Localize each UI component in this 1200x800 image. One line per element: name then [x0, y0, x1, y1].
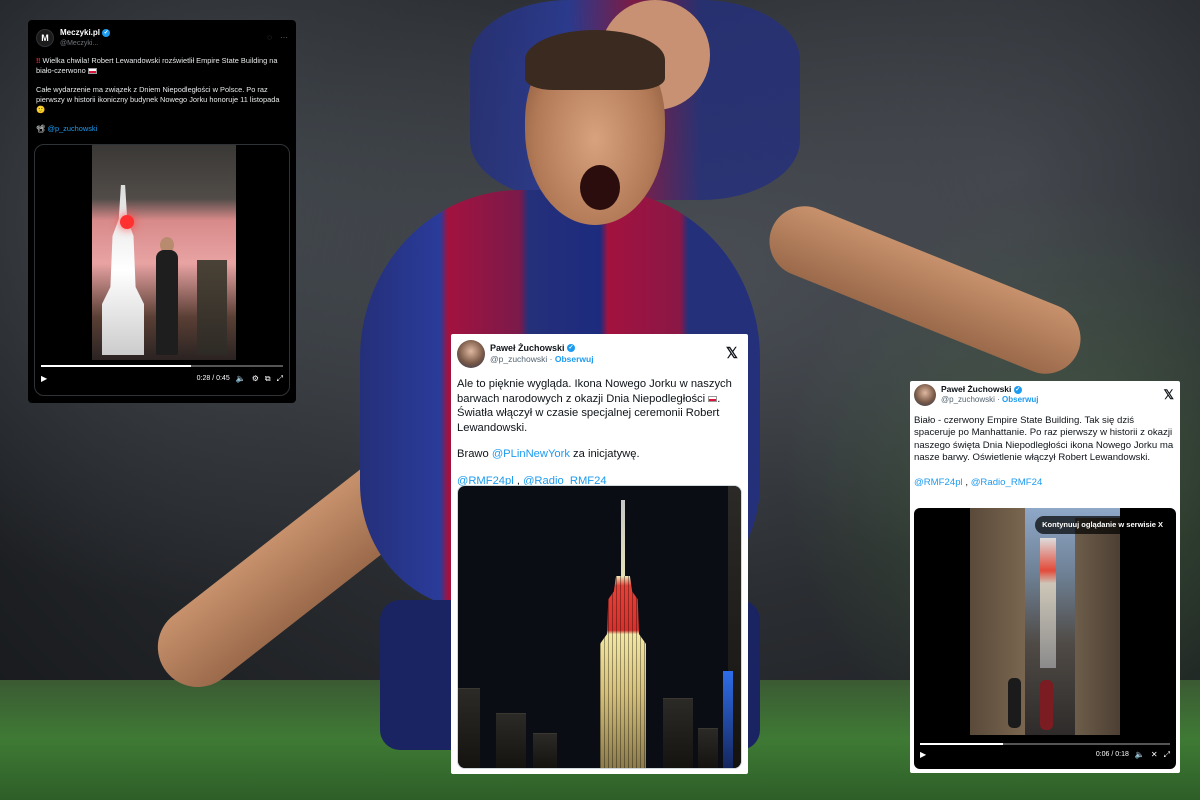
- tweet-card-center[interactable]: Paweł Żuchowski ✓ @p_zuchowski · Obserwu…: [451, 334, 748, 774]
- building: [663, 698, 693, 768]
- fullscreen-icon[interactable]: ⤢: [277, 374, 283, 385]
- author-name[interactable]: Paweł Żuchowski ✓: [490, 343, 721, 355]
- video-time: 0:06 / 0:18: [1095, 751, 1129, 759]
- video-progress-bar[interactable]: [41, 365, 283, 367]
- author-meta: @p_zuchowski · Obserwuj: [490, 354, 594, 365]
- author-name-text: Paweł Żuchowski: [941, 384, 1012, 395]
- building: [533, 733, 557, 768]
- pip-icon[interactable]: ⧉: [265, 374, 271, 385]
- lewandowski-figure: [156, 250, 178, 355]
- close-icon[interactable]: ✕: [1151, 750, 1158, 760]
- tweet-line-2-post: za inicjatywę.: [573, 448, 640, 461]
- mention-plinnewyork[interactable]: @PLinNewYork: [492, 448, 570, 460]
- camera-icon: 📽: [36, 123, 46, 133]
- volume-icon[interactable]: 🔈: [236, 374, 246, 385]
- author-handle[interactable]: @p_zuchowski: [490, 354, 547, 364]
- poland-flag-icon: [87, 68, 97, 75]
- video-frame: [92, 145, 236, 360]
- empire-state-building: [1040, 538, 1056, 668]
- video-player[interactable]: ▶ 0:28 / 0:45 🔈 ⚙ ⧉ ⤢: [34, 144, 290, 396]
- play-icon[interactable]: ▶: [920, 750, 926, 760]
- building-left: [458, 688, 480, 768]
- emoji-icon: 🙂: [36, 104, 46, 114]
- tweet-header: Paweł Żuchowski ✓ @p_zuchowski · Obserwu…: [914, 384, 1176, 406]
- tweet-header: M Meczyki.pl ✓ @Meczyki... ◌ ···: [36, 28, 288, 48]
- video-progress-fill: [41, 365, 192, 367]
- empire-state-model: [102, 185, 144, 355]
- verified-icon: ✓: [102, 28, 111, 37]
- video-frame-street: [970, 508, 1120, 735]
- tweet-text: Biało - czerwony Empire State Building. …: [914, 415, 1176, 489]
- tweet-line-2-pre: Brawo: [457, 448, 489, 461]
- building-model: [197, 260, 227, 355]
- esb-spire: [621, 500, 625, 580]
- author-name[interactable]: Paweł Żuchowski ✓: [941, 384, 1159, 395]
- verified-icon: ✓: [567, 344, 576, 353]
- mention-separator: ,: [965, 476, 969, 488]
- follow-button[interactable]: Obserwuj: [555, 354, 594, 364]
- author-name[interactable]: Meczyki.pl ✓: [60, 28, 261, 39]
- author-name-text: Meczyki.pl: [60, 27, 101, 37]
- tweet-text: ‼ Wielka chwila! Robert Lewandowski rozś…: [36, 56, 288, 134]
- tweet-card-meczyki[interactable]: M Meczyki.pl ✓ @Meczyki... ◌ ··· ‼ Wielk…: [28, 20, 296, 403]
- poland-flag-icon: [708, 395, 718, 402]
- tweet-text: Ale to pięknie wygląda. Ikona Nowego Jor…: [457, 377, 742, 488]
- building: [496, 713, 526, 768]
- red-light: [120, 215, 134, 229]
- avatar[interactable]: [457, 340, 485, 368]
- volume-icon[interactable]: 🔈: [1135, 750, 1145, 760]
- continue-on-x-button[interactable]: Kontynuuj oglądanie w serwisie X: [1035, 516, 1170, 534]
- tweet-card-right[interactable]: Paweł Żuchowski ✓ @p_zuchowski · Obserwu…: [910, 381, 1180, 773]
- pedestrian: [1008, 678, 1021, 728]
- avatar[interactable]: M: [36, 29, 54, 47]
- video-time: 0:28 / 0:45: [196, 375, 230, 383]
- video-player[interactable]: Kontynuuj oglądanie w serwisie X ▶ 0:06 …: [914, 508, 1176, 769]
- author-block: Meczyki.pl ✓ @Meczyki...: [60, 28, 261, 48]
- author-handle[interactable]: @Meczyki...: [60, 39, 261, 48]
- avatar[interactable]: [914, 384, 936, 406]
- fullscreen-icon[interactable]: ⤢: [1164, 750, 1170, 760]
- play-icon[interactable]: ▶: [41, 374, 47, 385]
- author-handle[interactable]: @p_zuchowski: [941, 395, 995, 404]
- header-actions: ◌ ···: [267, 33, 288, 44]
- tweet-photo-empire-state[interactable]: [457, 485, 742, 769]
- credit-link[interactable]: @p_zuchowski: [47, 124, 97, 133]
- follow-button[interactable]: Obserwuj: [1002, 395, 1038, 404]
- verified-icon: ✓: [1013, 386, 1022, 395]
- x-logo-icon[interactable]: 𝕏: [726, 344, 738, 364]
- building-right: [1075, 518, 1120, 735]
- x-logo-icon[interactable]: 𝕏: [1164, 387, 1174, 404]
- double-exclamation-icon: ‼: [36, 56, 41, 65]
- mention-rmf24pl[interactable]: @RMF24pl: [914, 477, 963, 488]
- video-controls: ▶ 0:06 / 0:18 🔈 ✕ ⤢: [920, 745, 1170, 765]
- blue-tower: [723, 671, 733, 768]
- author-meta: @p_zuchowski · Obserwuj: [941, 395, 1039, 405]
- player-mouth: [580, 165, 620, 210]
- author-block: Paweł Żuchowski ✓ @p_zuchowski · Obserwu…: [490, 343, 721, 366]
- avatar-letter: M: [41, 32, 49, 43]
- pedestrian: [1040, 680, 1053, 730]
- player-hair: [525, 30, 665, 90]
- more-icon[interactable]: ···: [280, 33, 288, 44]
- settings-icon[interactable]: ⚙: [252, 374, 259, 385]
- tweet-header: Paweł Żuchowski ✓ @p_zuchowski · Obserwu…: [457, 340, 742, 368]
- grok-icon[interactable]: ◌: [267, 33, 272, 44]
- author-name-text: Paweł Żuchowski: [490, 342, 565, 353]
- tweet-line-1: Biało - czerwony Empire State Building. …: [914, 415, 1174, 464]
- video-controls: ▶ 0:28 / 0:45 🔈 ⚙ ⧉ ⤢: [41, 369, 283, 389]
- author-block: Paweł Żuchowski ✓ @p_zuchowski · Obserwu…: [941, 384, 1159, 405]
- tweet-line-1: Wielka chwila! Robert Lewandowski rozświ…: [36, 56, 278, 75]
- mention-radio-rmf24[interactable]: @Radio_RMF24: [971, 477, 1043, 488]
- tweet-line-2: Całe wydarzenie ma związek z Dniem Niepo…: [36, 84, 280, 104]
- empire-state-building: [600, 576, 646, 768]
- tweet-line-1: Ale to pięknie wygląda. Ikona Nowego Jor…: [457, 378, 732, 405]
- building: [698, 728, 718, 768]
